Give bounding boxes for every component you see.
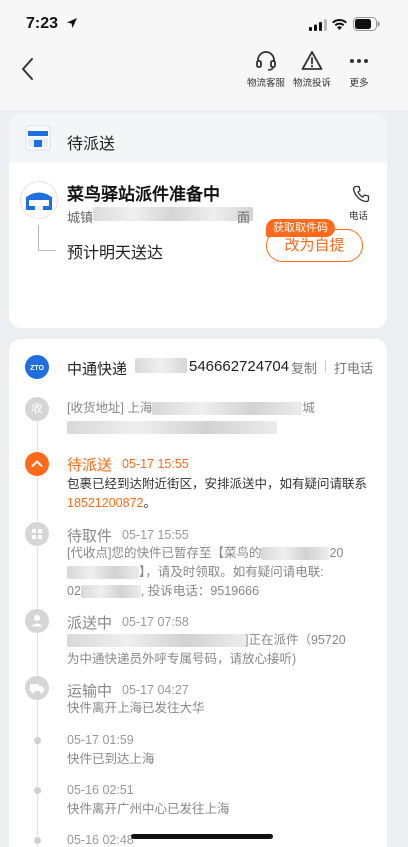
locker-icon (25, 522, 49, 546)
battery-icon (353, 17, 380, 31)
pickup-code-badge[interactable]: 获取取件码 (266, 219, 335, 237)
tracking-number: 546662724704 (189, 358, 290, 375)
receiver-address: [收货地址] 上海 城 (67, 399, 377, 437)
event-desc-transit: 快件离开上海已发往大华 (67, 701, 205, 715)
home-indicator (131, 834, 273, 839)
courier-icon (25, 609, 49, 633)
phone-label: 电话 (349, 211, 369, 222)
receiver-address-end: 城 (302, 401, 315, 415)
tree-connector (38, 225, 56, 251)
event-desc-step-b: 快件离开广州中心已发往上海 (67, 802, 230, 816)
zto-express-logo-icon: ZTO (25, 355, 49, 379)
event-time-step-a: 05-17 01:59 (67, 733, 134, 747)
event-time-delivering: 05-17 07:58 (122, 615, 189, 629)
receiver-icon: 收 (25, 397, 49, 421)
phone-icon[interactable] (352, 185, 370, 203)
timeline-dot (34, 787, 41, 794)
event-desc-dispatching: 包裹已经到达附近街区，安排派送中，如有疑问请联系 18521200872。 (67, 475, 377, 513)
event-title-transit: 运输中 (67, 683, 113, 700)
active-status-icon (25, 452, 49, 476)
cainiao-station-logo-icon (20, 181, 58, 219)
event-title-dispatching: 待派送 (67, 457, 113, 474)
tracking-card: ZTO 中通快递 546662724704 复制 打电话 收 [收货地址] 上海… (9, 339, 387, 847)
event-desc-pickup: [代收点]您的快件已暂存至【菜鸟的 20 】，请及时领取。如有疑问请电联: 02,… (67, 544, 377, 601)
status-card-header: 待派送 (9, 113, 387, 163)
pickup-line3-end: , 投诉电话：9519666 (140, 584, 260, 598)
station-address-prefix: 城镇 (67, 210, 94, 225)
event-time-pickup: 05-17 15:55 (122, 528, 189, 542)
tracking-number-redacted (135, 358, 187, 373)
courier-name: 中通快递 (67, 361, 128, 378)
pickup-line2-end: 】，请及时领取。如有疑问请电联: (139, 565, 324, 579)
more-label: 更多 (349, 78, 369, 89)
person-icon (31, 615, 43, 627)
station-logo-icon (25, 125, 51, 151)
dispatch-phone-link[interactable]: 18521200872 (67, 496, 143, 510)
chevron-up-icon (31, 460, 43, 467)
station-title: 菜鸟驿站派件准备中 (67, 185, 220, 204)
warning-icon (301, 51, 323, 70)
event-title-delivering: 派送中 (67, 615, 113, 632)
event-title-pickup: 待取件 (67, 528, 113, 545)
delivering-line2: 为中通快递员外呼专属号码，请放心接听) (67, 652, 297, 666)
headset-icon (256, 51, 276, 71)
receiver-icon-text: 收 (31, 403, 43, 415)
logistics-support-button[interactable]: 物流客服 (242, 50, 290, 90)
delivering-line1-end: ]正在派件（95720 (245, 633, 346, 647)
receiver-address-start: [收货地址] 上海 (67, 401, 153, 415)
timeline-dot (34, 737, 41, 744)
dispatching-desc-text: 包裹已经到达附近街区，安排派送中，如有疑问请联系 (67, 477, 368, 491)
timeline-dot (34, 837, 41, 844)
truck-status-icon (25, 676, 49, 700)
svg-text:ZTO: ZTO (30, 365, 44, 372)
eta-text: 预计明天送达 (67, 245, 164, 262)
event-time-step-c: 05-16 02:48 (67, 833, 134, 847)
divider (325, 360, 326, 373)
more-dots-icon (350, 59, 368, 63)
event-time-transit: 05-17 04:27 (122, 683, 189, 697)
event-desc-delivering: ]正在派件（95720 为中通快递员外呼专属号码，请放心接听) (67, 631, 377, 669)
copy-button[interactable]: 复制 (291, 358, 317, 377)
back-icon[interactable] (16, 56, 40, 82)
more-button[interactable]: 更多 (335, 50, 383, 90)
location-arrow-icon (67, 18, 77, 28)
delivery-status-title: 待派送 (67, 136, 116, 153)
logistics-complaint-label: 物流投诉 (292, 78, 331, 89)
logistics-complaint-button[interactable]: 物流投诉 (288, 50, 336, 90)
grid-icon (32, 529, 42, 539)
station-address-suffix: 面 (237, 210, 251, 225)
pickup-line1-start: [代收点]您的快件已暂存至【菜鸟的 (67, 546, 262, 560)
event-time-dispatching: 05-17 15:55 (122, 457, 189, 471)
call-button[interactable]: 打电话 (334, 358, 373, 377)
station-address-redacted (93, 207, 253, 221)
pickup-line1-end: 20 (329, 546, 344, 560)
event-time-step-b: 05-16 02:51 (67, 783, 134, 797)
pickup-line3-start: 02 (67, 584, 81, 598)
truck-icon (30, 684, 44, 694)
logistics-support-label: 物流客服 (246, 78, 285, 89)
signal-icon (309, 19, 327, 31)
dispatching-desc-end: 。 (143, 496, 156, 510)
wifi-icon (332, 18, 347, 30)
status-bar: 7:23 (0, 0, 408, 44)
status-time: 7:23 (26, 15, 59, 32)
event-desc-step-a: 快件已到达上海 (67, 752, 155, 766)
